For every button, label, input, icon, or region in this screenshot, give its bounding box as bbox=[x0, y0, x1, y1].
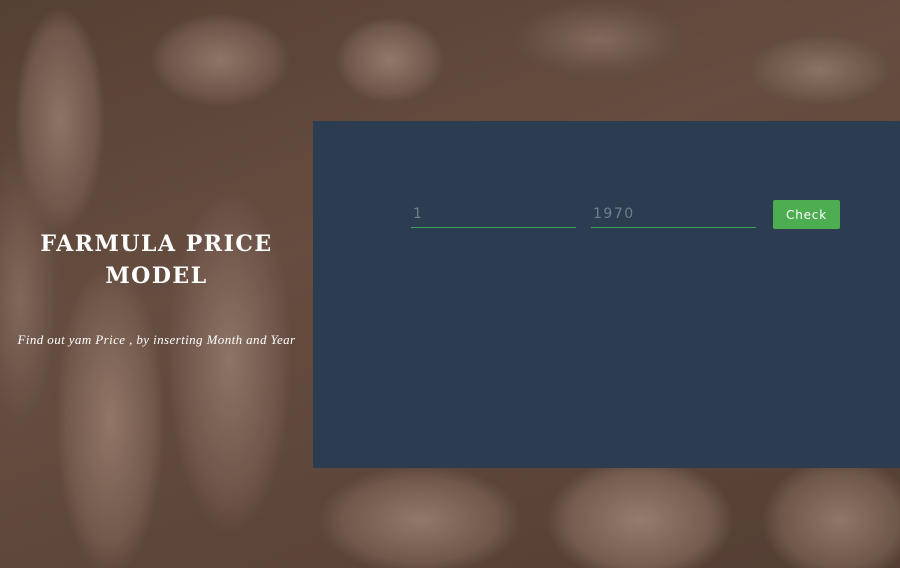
page-title: FARMULA PRICE MODEL bbox=[40, 231, 273, 289]
page-subtitle: Find out yam Price , by inserting Month … bbox=[17, 332, 296, 347]
year-input[interactable] bbox=[591, 200, 756, 228]
month-input[interactable] bbox=[411, 200, 576, 228]
check-button[interactable]: Check bbox=[773, 200, 840, 229]
brand-block: FARMULA PRICE MODEL Find out yam Price ,… bbox=[0, 228, 313, 348]
form-panel: Check bbox=[313, 121, 900, 468]
